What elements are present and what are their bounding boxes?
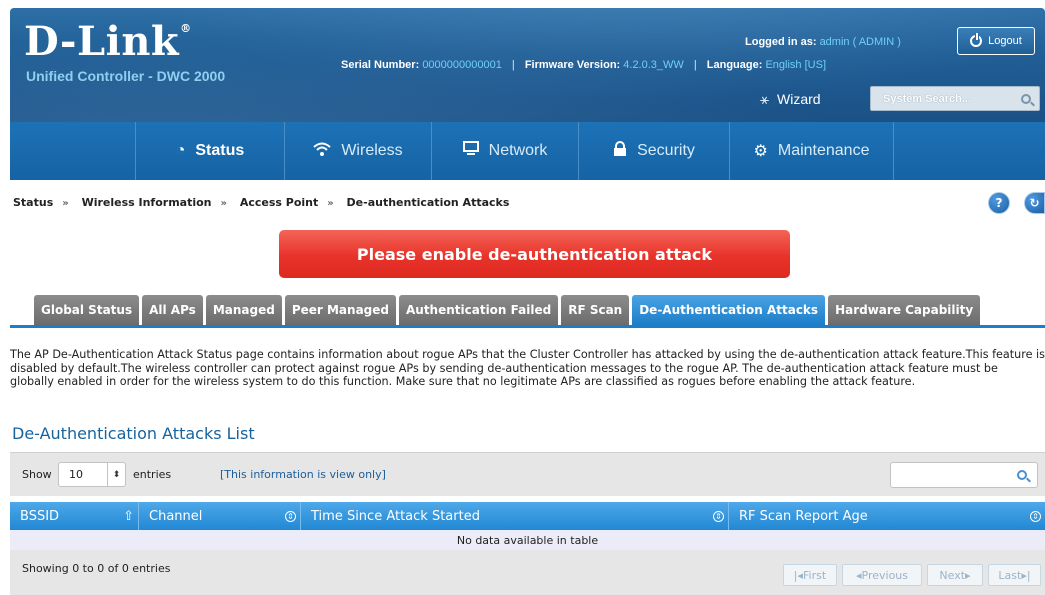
pager-last-button[interactable]: Last ▸| — [988, 564, 1041, 586]
page-description: The AP De-Authentication Attack Status p… — [10, 348, 1045, 389]
sort-icon: ⇕ — [713, 510, 724, 522]
device-info: Serial Number: 0000000000001 | Firmware … — [341, 59, 826, 71]
system-search-input[interactable]: System Search... — [870, 86, 1040, 111]
logout-button[interactable]: Logout — [957, 27, 1035, 55]
dashboard-icon: ◔ — [175, 142, 186, 159]
breadcrumb: Status» Wireless Information» Access Poi… — [13, 196, 510, 209]
column-header-time-since-attack[interactable]: Time Since Attack Started ⇕ — [301, 502, 729, 530]
select-arrows-icon: ⬍ — [107, 463, 125, 486]
entries-select[interactable]: 10 ⬍ — [58, 462, 126, 487]
wizard-link[interactable]: ⚹ Wizard — [760, 87, 821, 111]
column-header-bssid[interactable]: BSSID ⇧ — [10, 502, 139, 530]
logged-in-info: Logged in as: admin ( ADMIN ) — [745, 36, 901, 48]
tab-deauthentication-attacks[interactable]: De-Authentication Attacks — [632, 295, 826, 325]
column-header-rf-scan-age[interactable]: RF Scan Report Age ⇕ — [729, 502, 1045, 530]
tab-rf-scan[interactable]: RF Scan — [561, 295, 630, 325]
table-footer: Showing 0 to 0 of 0 entries |◂ First ◂ P… — [10, 550, 1045, 595]
tab-hardware-capability[interactable]: Hardware Capability — [828, 295, 981, 325]
pager-previous-button[interactable]: ◂ Previous — [842, 564, 922, 586]
search-icon[interactable] — [1021, 93, 1031, 104]
nav-maintenance[interactable]: ⚙ Maintenance — [730, 122, 894, 180]
tab-authentication-failed[interactable]: Authentication Failed — [398, 295, 559, 325]
settings-button[interactable]: ↻ — [1024, 192, 1045, 214]
pager-first-button[interactable]: |◂ First — [783, 564, 837, 586]
header: D-Link® Unified Controller - DWC 2000 Lo… — [0, 0, 1045, 180]
sort-asc-icon: ⇧ — [123, 508, 134, 524]
enable-attack-alert[interactable]: Please enable de-authentication attack — [279, 230, 790, 278]
table-info: Showing 0 to 0 of 0 entries — [22, 562, 171, 575]
settings-icon: ↻ — [1029, 196, 1040, 210]
wifi-icon — [313, 141, 331, 162]
breadcrumb-current: De-authentication Attacks — [346, 196, 510, 209]
help-button[interactable]: ? — [988, 192, 1010, 214]
sort-icon: ⇕ — [285, 510, 296, 522]
tab-bar: Global Status All APs Managed Peer Manag… — [34, 295, 981, 325]
tab-global-status[interactable]: Global Status — [34, 295, 140, 325]
tab-peer-managed[interactable]: Peer Managed — [284, 295, 396, 325]
language-value[interactable]: English [US] — [765, 59, 826, 71]
tab-managed[interactable]: Managed — [205, 295, 282, 325]
wand-icon: ⚹ — [760, 90, 770, 108]
logged-in-user: admin ( ADMIN ) — [819, 36, 901, 48]
main-nav: ◔ Status Wireless Network Security ⚙ Mai… — [10, 122, 1045, 180]
tab-underline — [10, 325, 1045, 328]
header-banner: D-Link® Unified Controller - DWC 2000 Lo… — [10, 8, 1045, 122]
table-search-input[interactable] — [890, 462, 1038, 488]
nav-security[interactable]: Security — [579, 122, 730, 180]
breadcrumb-item[interactable]: Status — [13, 196, 53, 209]
empty-table-row: No data available in table — [10, 530, 1045, 550]
table-toolbar: Show 10 ⬍ entries [This information is v… — [10, 452, 1045, 496]
show-label: Show — [22, 468, 52, 481]
gears-icon: ⚙ — [753, 143, 768, 160]
firmware-version: 4.2.0.3_WW — [623, 59, 684, 71]
breadcrumb-item[interactable]: Wireless Information — [82, 196, 212, 209]
column-header-channel[interactable]: Channel ⇕ — [139, 502, 301, 530]
nav-network[interactable]: Network — [432, 122, 579, 180]
serial-number: 0000000000001 — [422, 59, 502, 71]
product-name: Unified Controller - DWC 2000 — [26, 68, 226, 84]
nav-status[interactable]: ◔ Status — [135, 122, 285, 180]
lock-icon — [613, 140, 627, 162]
nav-wireless[interactable]: Wireless — [285, 122, 432, 180]
monitor-icon — [462, 141, 479, 161]
pager-next-button[interactable]: Next ▸ — [927, 564, 983, 586]
list-title: De-Authentication Attacks List — [12, 424, 255, 443]
entries-label: entries — [133, 468, 172, 481]
sort-icon: ⇕ — [1030, 510, 1041, 522]
search-icon — [1017, 470, 1027, 480]
tab-all-aps[interactable]: All APs — [142, 295, 203, 325]
view-only-note: [This information is view only] — [220, 468, 386, 481]
breadcrumb-item[interactable]: Access Point — [240, 196, 318, 209]
dlink-logo: D-Link® — [24, 18, 192, 65]
table-header: BSSID ⇧ Channel ⇕ Time Since Attack Starte… — [10, 502, 1045, 530]
power-icon — [970, 33, 983, 47]
